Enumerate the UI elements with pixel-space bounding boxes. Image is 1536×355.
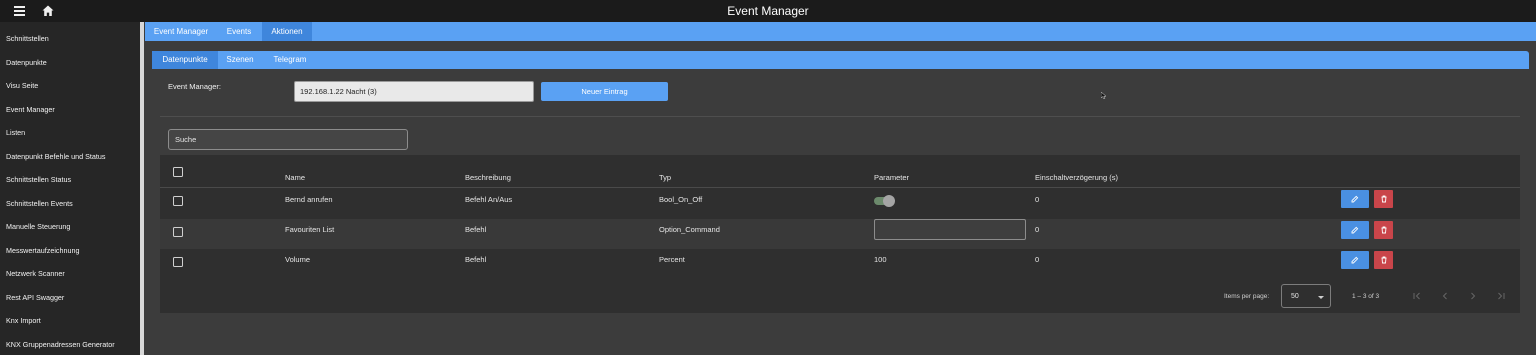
row-checkbox[interactable] <box>173 196 183 206</box>
sidebar-item-knx-gruppenadressen[interactable]: KNX Gruppenadressen Generator <box>0 333 140 355</box>
cell-name: Volume <box>285 255 311 264</box>
sidebar-item-messwertaufzeichnung[interactable]: Messwertaufzeichnung <box>0 239 140 263</box>
search-input[interactable]: Suche <box>168 129 408 150</box>
parameter-input[interactable] <box>874 219 1026 240</box>
last-page-icon[interactable] <box>1496 291 1506 301</box>
divider <box>160 116 1520 117</box>
cell-typ: Percent <box>659 255 685 264</box>
row-checkbox[interactable] <box>173 257 183 267</box>
table-row: Volume Befehl Percent 100 0 <box>160 249 1520 279</box>
menu-icon[interactable] <box>14 6 25 16</box>
cell-delay: 0 <box>1035 255 1040 264</box>
cell-delay: 0 <box>1035 225 1040 234</box>
dropdown-arrow-icon <box>1318 296 1324 299</box>
tab-telegram[interactable]: Telegram <box>266 51 314 69</box>
pencil-icon <box>1351 226 1359 234</box>
tab-szenen[interactable]: Szenen <box>222 51 258 69</box>
cell-beschreibung: Befehl An/Aus <box>465 195 513 204</box>
table-header: Name Beschreibung Typ Parameter Einschal… <box>160 155 1520 188</box>
pencil-icon <box>1351 195 1359 203</box>
cell-name: Favouriten List <box>285 225 335 234</box>
items-per-page-label: Items per page: <box>1224 293 1270 300</box>
sidebar-item-event-manager[interactable]: Event Manager <box>0 98 140 122</box>
previous-page-icon[interactable] <box>1440 291 1450 301</box>
trash-icon <box>1381 226 1386 234</box>
trash-icon <box>1381 195 1386 203</box>
home-icon[interactable] <box>41 4 55 18</box>
header-beschreibung[interactable]: Beschreibung <box>465 173 511 182</box>
cell-name: Bernd anrufen <box>285 195 333 204</box>
cell-beschreibung: Befehl <box>465 255 487 264</box>
cell-typ: Option_Command <box>659 225 720 234</box>
edit-button[interactable] <box>1341 190 1369 208</box>
cell-parameter: 100 <box>874 255 887 264</box>
sidebar-scrollbar[interactable] <box>140 22 144 355</box>
sidebar-item-datenpunkte[interactable]: Datenpunkte <box>0 51 140 75</box>
sidebar-item-rest-api-swagger[interactable]: Rest API Swagger <box>0 286 140 310</box>
sub-tab-bar: Datenpunkte Szenen Telegram <box>152 51 1529 69</box>
top-app-bar: Event Manager <box>0 0 1536 22</box>
sidebar-item-manuelle-steuerung[interactable]: Manuelle Steuerung <box>0 215 140 239</box>
edit-button[interactable] <box>1341 251 1369 269</box>
select-all-checkbox[interactable] <box>173 167 183 177</box>
header-parameter[interactable]: Parameter <box>874 173 909 182</box>
sidebar-item-datenpunkt-befehle[interactable]: Datenpunkt Befehle und Status <box>0 145 140 169</box>
sidebar-item-visu-seite[interactable]: Visu Seite <box>0 74 140 98</box>
sidebar-item-netzwerk-scanner[interactable]: Netzwerk Scanner <box>0 262 140 286</box>
tab-events[interactable]: Events <box>220 22 258 41</box>
event-manager-label: Event Manager: <box>168 82 221 91</box>
header-delay[interactable]: Einschaltverzögerung (s) <box>1035 173 1118 182</box>
cell-delay: 0 <box>1035 195 1040 204</box>
parameter-toggle[interactable] <box>874 195 895 207</box>
delete-button[interactable] <box>1374 190 1393 208</box>
cell-beschreibung: Befehl <box>465 225 487 234</box>
new-entry-button[interactable]: Neuer Eintrag <box>541 82 668 101</box>
pencil-icon <box>1351 256 1359 264</box>
tab-aktionen[interactable]: Aktionen <box>262 22 312 41</box>
page-size-select[interactable]: 50 <box>1281 284 1331 308</box>
page-size-value: 50 <box>1291 293 1299 300</box>
tab-datenpunkte[interactable]: Datenpunkte <box>152 51 218 69</box>
event-manager-select[interactable]: 192.168.1.22 Nacht (3) <box>294 81 534 102</box>
first-page-icon[interactable] <box>1412 291 1422 301</box>
app-title: Event Manager <box>727 4 809 18</box>
cell-typ: Bool_On_Off <box>659 195 703 204</box>
sidebar-nav: Schnittstellen Datenpunkte Visu Seite Ev… <box>0 22 140 355</box>
header-typ[interactable]: Typ <box>659 173 671 182</box>
main-tab-bar: Event Manager Events Aktionen <box>145 22 1536 41</box>
sidebar-item-schnittstellen[interactable]: Schnittstellen <box>0 27 140 51</box>
sidebar-item-listen[interactable]: Listen <box>0 121 140 145</box>
edit-button[interactable] <box>1341 221 1369 239</box>
next-page-icon[interactable] <box>1468 291 1478 301</box>
sidebar-item-schnittstellen-events[interactable]: Schnittstellen Events <box>0 192 140 216</box>
sidebar-item-knx-import[interactable]: Knx Import <box>0 309 140 333</box>
delete-button[interactable] <box>1374 221 1393 239</box>
tab-event-manager[interactable]: Event Manager <box>148 22 214 41</box>
sidebar-item-schnittstellen-status[interactable]: Schnittstellen Status <box>0 168 140 192</box>
table-row: Bernd anrufen Befehl An/Aus Bool_On_Off … <box>160 189 1520 219</box>
trash-icon <box>1381 256 1386 264</box>
page-range: 1 – 3 of 3 <box>1352 293 1380 300</box>
table-row: Favouriten List Befehl Option_Command 0 <box>160 219 1520 249</box>
mouse-cursor-icon <box>1101 92 1107 99</box>
delete-button[interactable] <box>1374 251 1393 269</box>
header-name[interactable]: Name <box>285 173 305 182</box>
row-checkbox[interactable] <box>173 227 183 237</box>
